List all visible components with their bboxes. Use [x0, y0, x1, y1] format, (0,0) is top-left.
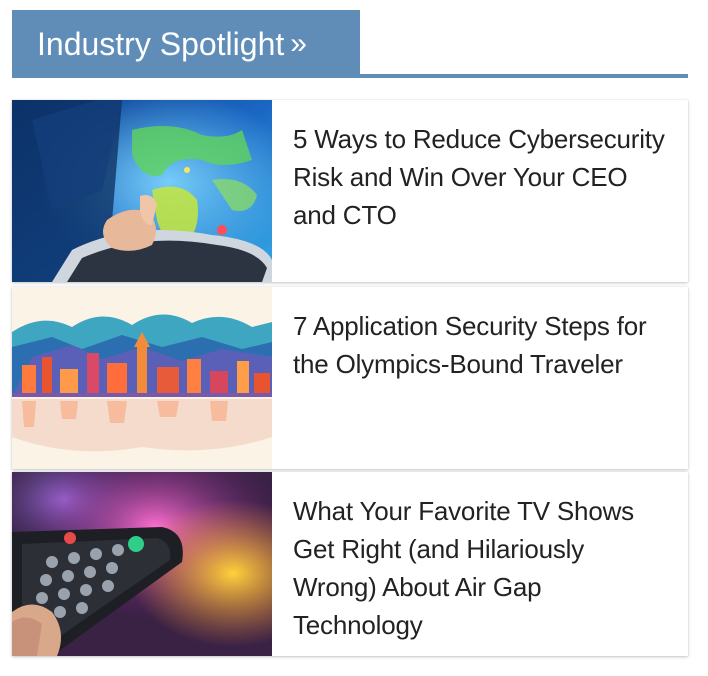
- article-title-link[interactable]: 7 Application Security Steps for the Oly…: [272, 287, 688, 469]
- article-card[interactable]: 5 Ways to Reduce Cybersecurity Risk and …: [12, 100, 688, 282]
- section-title: Industry Spotlight: [37, 26, 285, 62]
- header-divider: [12, 74, 688, 78]
- article-card[interactable]: What Your Favorite TV Shows Get Right (a…: [12, 472, 688, 656]
- tablet-world-map-image: [12, 100, 272, 282]
- article-thumbnail[interactable]: [12, 472, 272, 656]
- article-thumbnail[interactable]: [12, 100, 272, 282]
- article-title-link[interactable]: 5 Ways to Reduce Cybersecurity Risk and …: [272, 100, 688, 282]
- article-thumbnail[interactable]: [12, 287, 272, 469]
- section-header: Industry Spotlight »: [12, 10, 688, 80]
- section-title-link[interactable]: Industry Spotlight »: [12, 10, 360, 78]
- double-chevron-right-icon: »: [290, 27, 307, 60]
- tv-remote-image: [12, 472, 272, 656]
- city-skyline-illustration-image: [12, 287, 272, 469]
- article-card[interactable]: 7 Application Security Steps for the Oly…: [12, 287, 688, 469]
- article-title-link[interactable]: What Your Favorite TV Shows Get Right (a…: [272, 472, 688, 656]
- industry-spotlight-widget: Industry Spotlight » 5 Ways to Reduce Cy…: [0, 0, 708, 676]
